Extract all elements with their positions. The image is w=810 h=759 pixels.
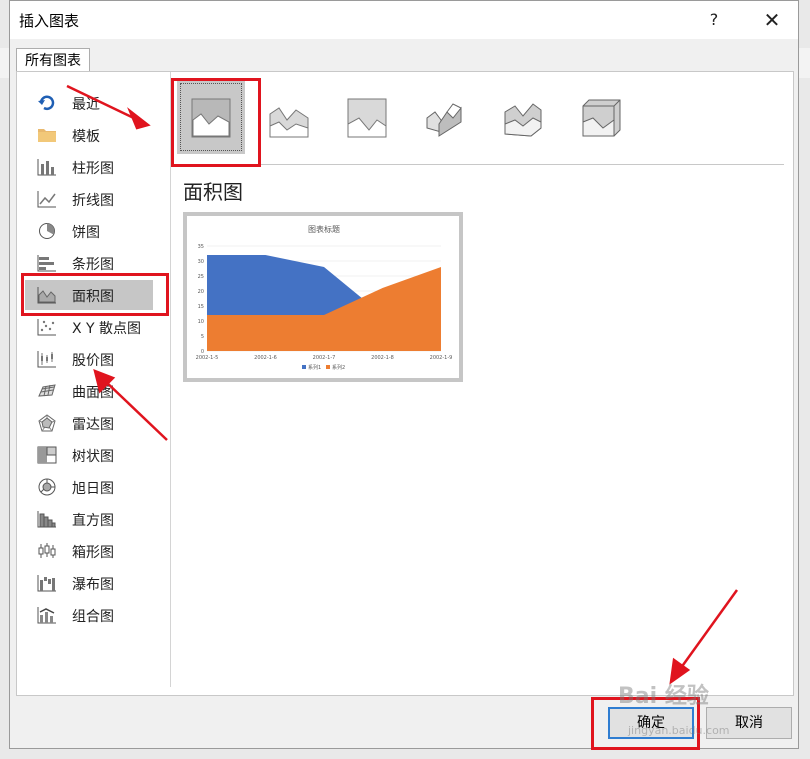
- radar-chart-icon: [38, 414, 56, 432]
- x-tick-label: 2002-1-5: [196, 355, 219, 361]
- sidebar-item-pie[interactable]: 饼图: [25, 216, 153, 246]
- sidebar-item-scatter[interactable]: X Y 散点图: [25, 312, 153, 342]
- subtype-3d-stacked-area[interactable]: [489, 80, 557, 154]
- sidebar-item-label: 最近: [72, 97, 100, 113]
- column-chart-icon: [37, 159, 56, 176]
- sidebar-item-label: 柱形图: [72, 161, 114, 177]
- sidebar-item-label: 组合图: [72, 609, 114, 625]
- y-tick-label: 25: [198, 274, 204, 280]
- sidebar-item-label: 直方图: [72, 513, 114, 529]
- sidebar-item-label: 树状图: [72, 449, 114, 465]
- histogram-chart-icon: [37, 511, 56, 528]
- stock-chart-icon: [37, 351, 56, 368]
- sidebar-item-radar[interactable]: 雷达图: [25, 408, 153, 438]
- chart-preview[interactable]: 图表标题 0 5 10 15 20 25 30 35 2002-1-5 2002-1-6 2002-1…: [183, 212, 463, 382]
- insert-chart-dialog: 插入图表 ? ✕ 所有图表 最近 模板 柱形图 折线图 饼图 条形图 面积图 X…: [9, 0, 799, 749]
- sidebar-item-combo[interactable]: 组合图: [25, 600, 153, 630]
- sidebar-item-label: 雷达图: [72, 417, 114, 433]
- sidebar-item-waterfall[interactable]: 瀑布图: [25, 568, 153, 598]
- watermark-url: jingyan.baidu.com: [628, 724, 730, 737]
- 100-stacked-area-icon: [347, 98, 387, 138]
- 3d-stacked-area-icon: [504, 103, 542, 137]
- sidebar-item-label: 箱形图: [72, 545, 114, 561]
- gallery-divider: [179, 164, 784, 165]
- close-button[interactable]: ✕: [758, 7, 786, 33]
- legend-swatch: [326, 365, 330, 369]
- scatter-chart-icon: [37, 319, 56, 336]
- chart-subtype-gallery: [177, 78, 787, 164]
- subtype-3d-100-stacked-area[interactable]: [567, 80, 635, 154]
- y-tick-label: 10: [198, 319, 204, 325]
- sidebar-item-label: 折线图: [72, 193, 114, 209]
- sidebar-item-label: 面积图: [72, 289, 114, 305]
- pie-chart-icon: [39, 223, 55, 239]
- subtype-100-stacked-area[interactable]: [333, 80, 401, 154]
- watermark: Bai 经验: [618, 684, 709, 709]
- sidebar-item-stock[interactable]: 股价图: [25, 344, 153, 374]
- sidebar-item-line[interactable]: 折线图: [25, 184, 153, 214]
- x-tick-label: 2002-1-8: [371, 355, 394, 361]
- y-tick-label: 15: [198, 304, 204, 310]
- sidebar-item-histogram[interactable]: 直方图: [25, 504, 153, 534]
- subtype-stacked-area[interactable]: [255, 80, 323, 154]
- dialog-title: 插入图表: [19, 12, 80, 30]
- area-icon: [191, 98, 231, 138]
- sidebar-item-label: 饼图: [72, 225, 100, 241]
- subtype-area[interactable]: [177, 80, 245, 154]
- sidebar-item-recent[interactable]: 最近: [25, 88, 153, 118]
- help-button[interactable]: ?: [700, 7, 728, 33]
- y-tick-label: 35: [198, 244, 204, 250]
- chart-type-sidebar: 最近 模板 柱形图 折线图 饼图 条形图 面积图 X Y 散点图 股价图 曲面图…: [17, 72, 171, 687]
- combo-chart-icon: [37, 607, 56, 624]
- legend-label: 系列1: [308, 364, 321, 371]
- sidebar-item-label: X Y 散点图: [72, 321, 142, 337]
- sidebar-item-sunburst[interactable]: 旭日图: [25, 472, 153, 502]
- sidebar-item-label: 瀑布图: [72, 577, 114, 593]
- sidebar-item-label: 股价图: [72, 353, 114, 369]
- 3d-area-icon: [426, 103, 462, 137]
- y-tick-label: 30: [198, 259, 204, 265]
- chart-panel: 最近 模板 柱形图 折线图 饼图 条形图 面积图 X Y 散点图 股价图 曲面图…: [16, 71, 794, 696]
- box-whisker-chart-icon: [38, 543, 56, 558]
- sidebar-item-label: 模板: [72, 129, 100, 145]
- area-chart-preview: 图表标题051015202530352002-1-5 2002-1-6 2002-1…: [196, 224, 453, 371]
- sidebar-item-label: 旭日图: [72, 481, 114, 497]
- stacked-area-icon: [269, 107, 309, 138]
- sidebar-item-treemap[interactable]: 树状图: [25, 440, 153, 470]
- x-tick-label: 2002-1-9: [430, 355, 453, 361]
- sidebar-item-column[interactable]: 柱形图: [25, 152, 153, 182]
- y-tick-label: 20: [198, 289, 204, 295]
- surface-chart-icon: [38, 384, 56, 397]
- treemap-chart-icon: [37, 446, 57, 464]
- legend-label: 系列2: [332, 364, 345, 371]
- x-tick-label: 2002-1-7: [313, 355, 336, 361]
- waterfall-chart-icon: [37, 575, 56, 592]
- 3d-100-stacked-area-icon: [582, 99, 621, 137]
- line-chart-icon: [37, 191, 56, 208]
- sidebar-item-area[interactable]: 面积图: [25, 280, 153, 310]
- folder-icon: [38, 129, 56, 142]
- chart-title: 图表标题: [308, 224, 340, 234]
- sidebar-item-box-whisker[interactable]: 箱形图: [25, 536, 153, 566]
- area-chart-icon: [37, 287, 56, 304]
- sidebar-item-bar[interactable]: 条形图: [25, 248, 153, 278]
- tab-all-charts[interactable]: 所有图表: [16, 48, 90, 72]
- sidebar-item-label: 曲面图: [72, 385, 114, 401]
- recent-icon: [38, 95, 55, 110]
- sidebar-item-label: 条形图: [72, 257, 114, 273]
- x-tick-label: 2002-1-6: [254, 355, 277, 361]
- legend-swatch: [302, 365, 306, 369]
- chart-type-heading: 面积图: [183, 180, 243, 204]
- y-tick-label: 5: [201, 334, 204, 340]
- subtype-3d-area[interactable]: [411, 80, 479, 154]
- bar-chart-icon: [37, 255, 56, 272]
- sunburst-chart-icon: [38, 478, 56, 496]
- sidebar-item-templates[interactable]: 模板: [25, 120, 153, 150]
- sidebar-item-surface[interactable]: 曲面图: [25, 376, 153, 406]
- dialog-titlebar: 插入图表 ? ✕: [10, 1, 798, 39]
